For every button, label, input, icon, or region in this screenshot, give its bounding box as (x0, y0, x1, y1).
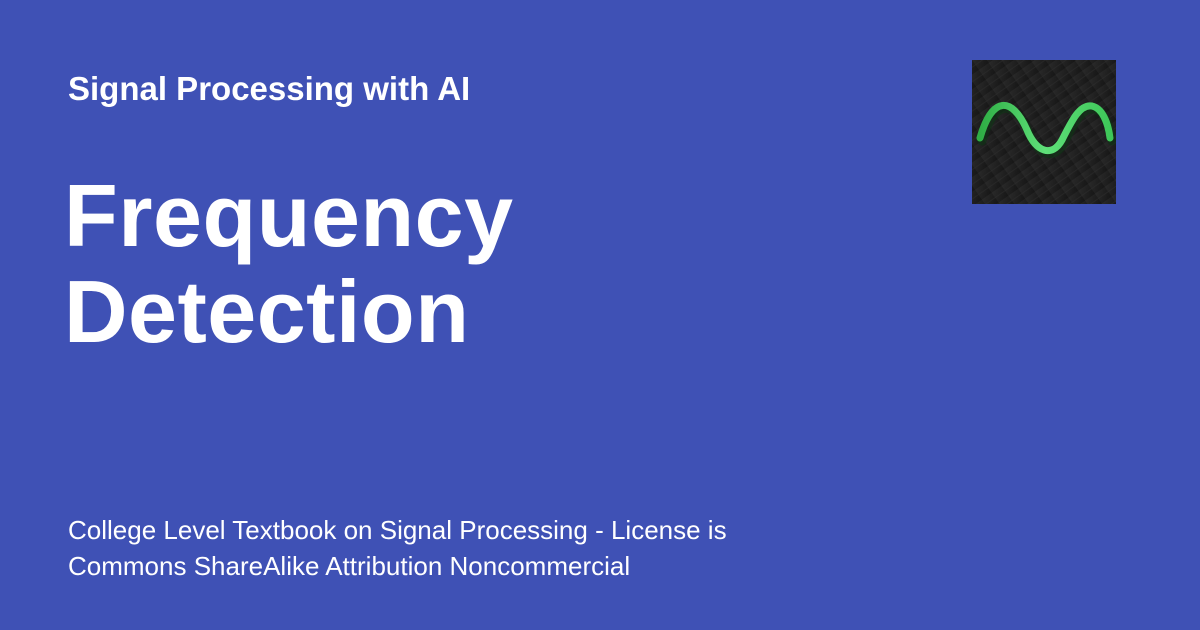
page-title-line-1: Frequency (64, 166, 514, 265)
logo-background (972, 60, 1116, 204)
site-logo (972, 60, 1116, 204)
page-title: Frequency Detection (64, 168, 884, 360)
social-card: Signal Processing with AI Frequency Dete… (0, 0, 1200, 630)
sine-wave-icon (972, 60, 1116, 204)
description-line-1: College Level Textbook on Signal Process… (68, 515, 727, 545)
description-line-2: Commons ShareAlike Attribution Noncommer… (68, 551, 631, 581)
page-title-line-2: Detection (64, 262, 470, 361)
site-name: Signal Processing with AI (68, 70, 471, 107)
page-description: College Level Textbook on Signal Process… (68, 512, 828, 584)
